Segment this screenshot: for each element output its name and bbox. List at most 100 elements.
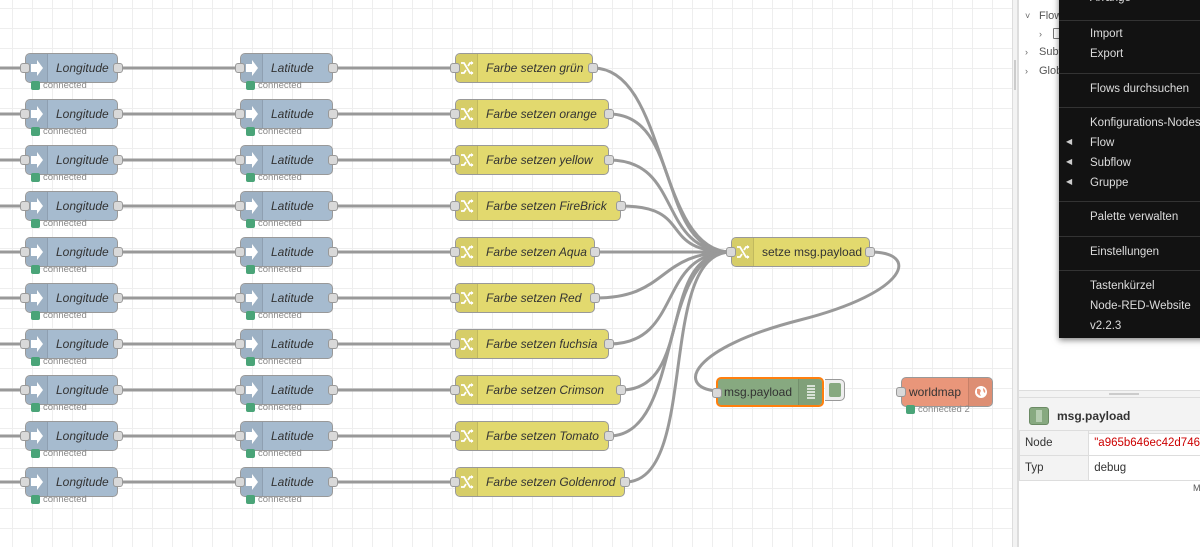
input-port[interactable] bbox=[20, 293, 30, 303]
menu-item[interactable]: Konfigurations-Nodes bbox=[1090, 117, 1200, 129]
input-port[interactable] bbox=[450, 63, 460, 73]
output-port[interactable] bbox=[113, 293, 123, 303]
output-port[interactable] bbox=[328, 293, 338, 303]
latitude-node[interactable]: Latitude bbox=[235, 467, 338, 497]
tree-subflows[interactable]: › Subf bbox=[1025, 46, 1062, 58]
change-node[interactable]: Farbe setzen yellow bbox=[450, 145, 614, 175]
flow-canvas[interactable]: Longitude connected Latitude connected Farbe… bbox=[0, 0, 1012, 547]
input-port[interactable] bbox=[20, 385, 30, 395]
change-node[interactable]: Farbe setzen Crimson bbox=[450, 375, 626, 405]
output-port[interactable] bbox=[328, 109, 338, 119]
output-port[interactable] bbox=[616, 201, 626, 211]
debug-node[interactable]: msg.payload bbox=[712, 377, 824, 407]
input-port[interactable] bbox=[235, 477, 245, 487]
output-port[interactable] bbox=[113, 477, 123, 487]
output-port[interactable] bbox=[113, 431, 123, 441]
output-port[interactable] bbox=[328, 431, 338, 441]
latitude-node[interactable]: Latitude bbox=[235, 283, 338, 313]
input-port[interactable] bbox=[450, 385, 460, 395]
info-splitter[interactable] bbox=[1019, 390, 1200, 398]
input-port[interactable] bbox=[235, 155, 245, 165]
input-port[interactable] bbox=[20, 155, 30, 165]
latitude-node[interactable]: Latitude bbox=[235, 145, 338, 175]
change-node[interactable]: Farbe setzen FireBrick bbox=[450, 191, 626, 221]
output-port[interactable] bbox=[113, 385, 123, 395]
latitude-node[interactable]: Latitude bbox=[235, 421, 338, 451]
input-port[interactable] bbox=[235, 431, 245, 441]
input-port[interactable] bbox=[20, 109, 30, 119]
output-port[interactable] bbox=[604, 339, 614, 349]
menu-item[interactable]: Export bbox=[1090, 48, 1123, 60]
output-port[interactable] bbox=[113, 247, 123, 257]
output-port[interactable] bbox=[865, 247, 875, 257]
longitude-node[interactable]: Longitude bbox=[20, 145, 123, 175]
output-port[interactable] bbox=[328, 155, 338, 165]
worldmap-node[interactable]: worldmap bbox=[896, 377, 993, 407]
input-port[interactable] bbox=[450, 293, 460, 303]
longitude-node[interactable]: Longitude bbox=[20, 53, 123, 83]
output-port[interactable] bbox=[590, 247, 600, 257]
longitude-node[interactable]: Longitude bbox=[20, 421, 123, 451]
input-port[interactable] bbox=[896, 387, 906, 397]
latitude-node[interactable]: Latitude bbox=[235, 375, 338, 405]
input-port[interactable] bbox=[450, 155, 460, 165]
output-port[interactable] bbox=[113, 339, 123, 349]
menu-item[interactable]: v2.2.3 bbox=[1090, 320, 1121, 332]
change-node[interactable]: Farbe setzen Red bbox=[450, 283, 600, 313]
input-port[interactable] bbox=[20, 247, 30, 257]
input-port[interactable] bbox=[712, 388, 722, 398]
input-port[interactable] bbox=[450, 477, 460, 487]
tree-flows[interactable]: ˅ Flow bbox=[1025, 10, 1062, 22]
longitude-node[interactable]: Longitude bbox=[20, 467, 123, 497]
input-port[interactable] bbox=[235, 293, 245, 303]
input-port[interactable] bbox=[20, 431, 30, 441]
input-port[interactable] bbox=[726, 247, 736, 257]
input-port[interactable] bbox=[450, 339, 460, 349]
output-port[interactable] bbox=[113, 63, 123, 73]
menu-item[interactable]: ◀ Flow bbox=[1066, 137, 1114, 149]
tree-global[interactable]: › Glob bbox=[1025, 65, 1062, 77]
longitude-node[interactable]: Longitude bbox=[20, 375, 123, 405]
change-node[interactable]: Farbe setzen Aqua bbox=[450, 237, 600, 267]
change-node[interactable]: Farbe setzen grün bbox=[450, 53, 598, 83]
input-port[interactable] bbox=[20, 477, 30, 487]
menu-item[interactable]: ◀ Subflow bbox=[1066, 157, 1131, 169]
output-port[interactable] bbox=[604, 431, 614, 441]
input-port[interactable] bbox=[450, 109, 460, 119]
menu-item[interactable]: Palette verwalten bbox=[1090, 211, 1178, 223]
longitude-node[interactable]: Longitude bbox=[20, 191, 123, 221]
input-port[interactable] bbox=[235, 339, 245, 349]
splitter-grip[interactable] bbox=[1014, 60, 1016, 90]
input-port[interactable] bbox=[235, 109, 245, 119]
wire[interactable] bbox=[624, 250, 732, 484]
longitude-node[interactable]: Longitude bbox=[20, 329, 123, 359]
output-port[interactable] bbox=[113, 155, 123, 165]
input-port[interactable] bbox=[20, 339, 30, 349]
menu-item[interactable]: Einstellungen bbox=[1090, 246, 1159, 258]
input-port[interactable] bbox=[450, 201, 460, 211]
merge-change-node[interactable]: setze msg.payload bbox=[726, 237, 875, 267]
output-port[interactable] bbox=[328, 201, 338, 211]
latitude-node[interactable]: Latitude bbox=[235, 329, 338, 359]
change-node[interactable]: Farbe setzen Goldenrod bbox=[450, 467, 630, 497]
latitude-node[interactable]: Latitude bbox=[235, 99, 338, 129]
wire[interactable] bbox=[608, 112, 732, 254]
input-port[interactable] bbox=[450, 431, 460, 441]
output-port[interactable] bbox=[113, 201, 123, 211]
wire[interactable] bbox=[608, 250, 732, 346]
output-port[interactable] bbox=[328, 477, 338, 487]
output-port[interactable] bbox=[328, 63, 338, 73]
input-port[interactable] bbox=[235, 385, 245, 395]
output-port[interactable] bbox=[616, 385, 626, 395]
input-port[interactable] bbox=[235, 247, 245, 257]
output-port[interactable] bbox=[328, 339, 338, 349]
menu-item[interactable]: ◀ Gruppe bbox=[1066, 177, 1128, 189]
longitude-node[interactable]: Longitude bbox=[20, 283, 123, 313]
menu-item[interactable]: ◀ Arrange bbox=[1066, 0, 1131, 4]
debug-toggle-button[interactable] bbox=[825, 379, 845, 401]
menu-item[interactable]: Flows durchsuchen bbox=[1090, 83, 1189, 95]
splitter-grip[interactable] bbox=[1109, 393, 1139, 395]
input-port[interactable] bbox=[20, 201, 30, 211]
output-port[interactable] bbox=[328, 247, 338, 257]
output-port[interactable] bbox=[113, 109, 123, 119]
